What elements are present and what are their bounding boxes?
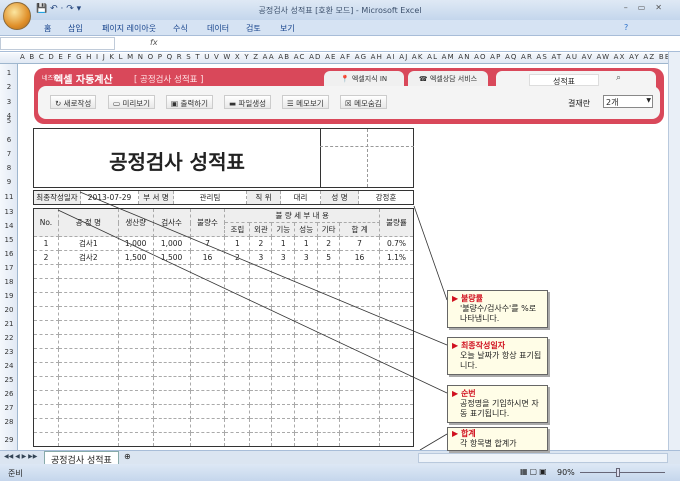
callout-text: 공정명을 기입하시면 자동 표기됩니다.	[460, 399, 539, 418]
callout-number: ▶ 순번 공정명을 기입하시면 자동 표기됩니다.	[447, 385, 548, 423]
callout-title: 합계	[460, 429, 476, 438]
callout-date: ▶ 최종작성일자 오늘 날짜가 항상 표기됩니다.	[447, 337, 548, 375]
office-button[interactable]	[3, 2, 31, 30]
status-bar: 준비 ▦▢▣ 90%	[0, 464, 680, 481]
callout-title: 불량률	[460, 294, 484, 303]
insert-sheet-icon[interactable]: ⊕	[124, 452, 131, 461]
callout-total: ▶ 합계 각 항목별 합계가	[447, 427, 548, 451]
callout-defect-rate: ▶ 불량률 '불량수/검사수'를 %로 나타냅니다.	[447, 290, 548, 328]
sheet-tabs-bar: ◀◀ ◀ ▶ ▶▶ 공정검사 성적표 ⊕	[0, 450, 680, 468]
view-buttons[interactable]: ▦▢▣	[520, 467, 549, 476]
callout-title: 순번	[460, 389, 476, 398]
horizontal-scrollbar[interactable]	[418, 453, 668, 463]
callout-text: '불량수/검사수'를 %로 나타냅니다.	[460, 304, 537, 323]
callout-text: 각 항목별 합계가	[460, 439, 517, 448]
zoom-slider[interactable]	[580, 472, 665, 473]
zoom-slider-thumb[interactable]	[616, 468, 620, 477]
callout-text: 오늘 날짜가 항상 표기됩니다.	[460, 351, 542, 370]
callout-title: 최종작성일자	[460, 341, 506, 350]
zoom-level[interactable]: 90%	[557, 468, 575, 477]
sheet-nav-arrows[interactable]: ◀◀ ◀ ▶ ▶▶	[4, 453, 37, 460]
callout-leader-lines	[57, 191, 448, 451]
status-text: 준비	[8, 469, 23, 478]
